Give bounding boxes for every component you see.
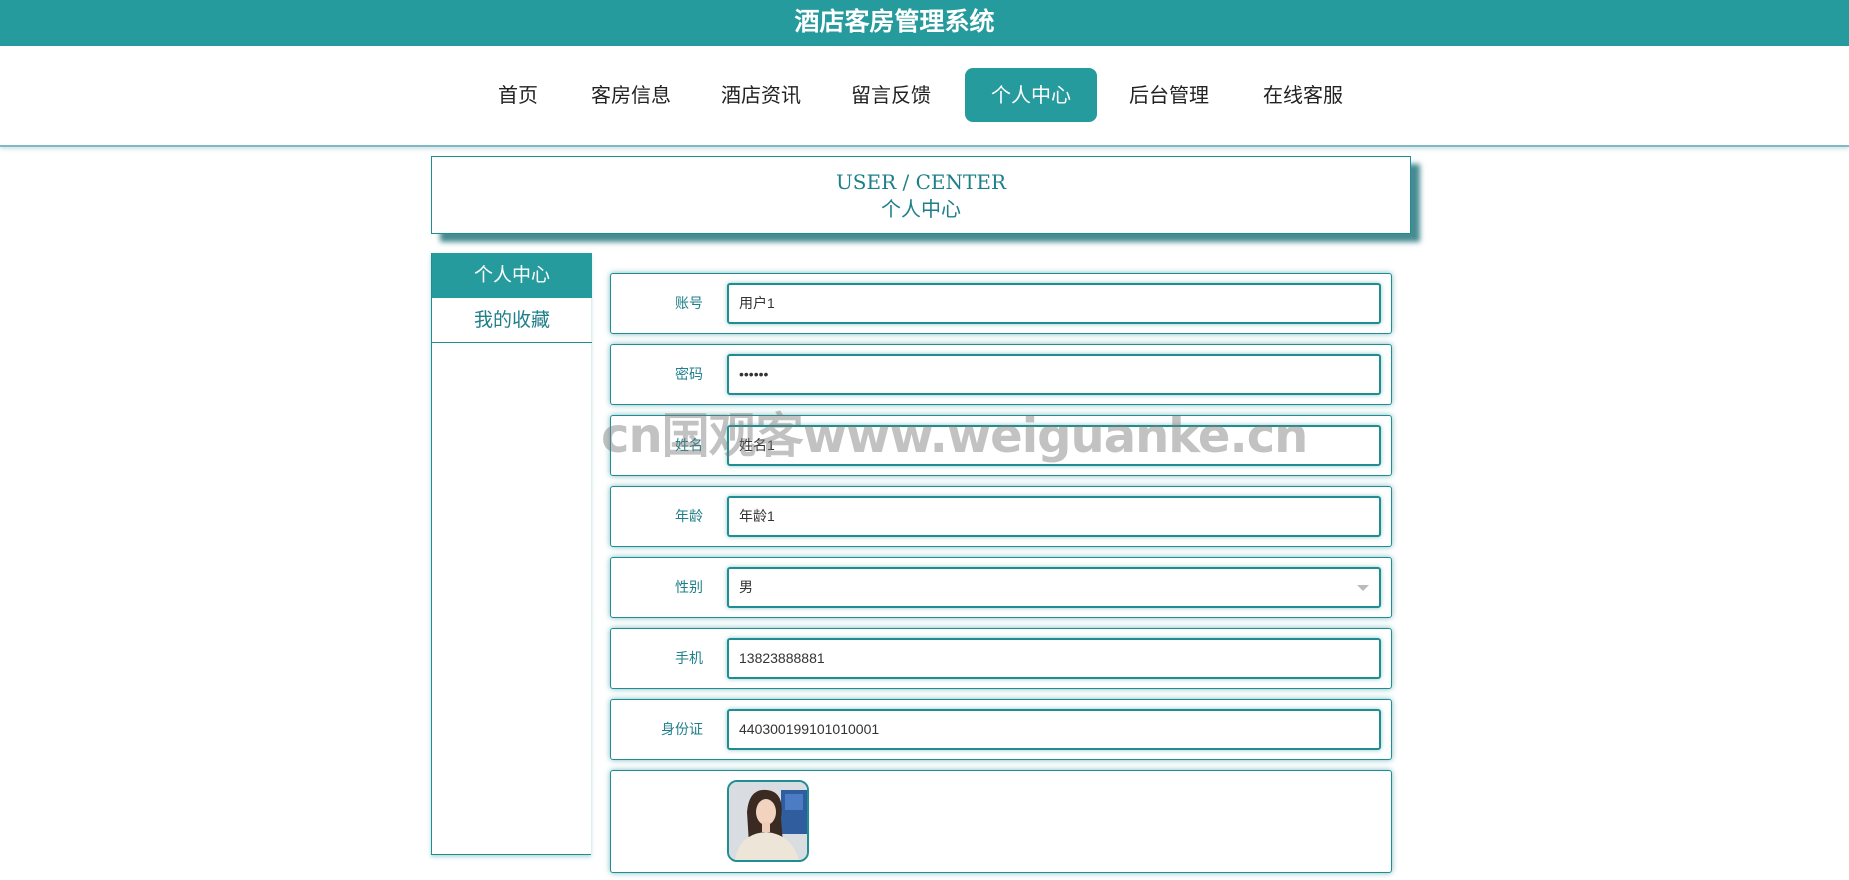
id-card-input[interactable]: 440300199101010001 <box>727 709 1381 750</box>
avatar[interactable] <box>727 780 809 862</box>
form-row-phone: 手机 13823888881 <box>610 628 1392 689</box>
page-header: USER / CENTER 个人中心 <box>431 156 1411 234</box>
page-title-en: USER / CENTER <box>835 170 1007 194</box>
account-input[interactable]: 用户1 <box>727 283 1381 324</box>
main-nav: 首页 客房信息 酒店资讯 留言反馈 个人中心 后台管理 在线客服 <box>0 46 1849 147</box>
user-avatar-photo-icon <box>729 782 807 860</box>
form-row-age: 年龄 年龄1 <box>610 486 1392 547</box>
form-row-avatar <box>610 770 1392 873</box>
nav-online-service[interactable]: 在线客服 <box>1255 68 1351 122</box>
nav-feedback[interactable]: 留言反馈 <box>843 68 939 122</box>
id-card-label: 身份证 <box>661 722 703 738</box>
chevron-down-icon <box>1357 585 1369 591</box>
phone-label: 手机 <box>675 651 703 667</box>
account-label: 账号 <box>675 296 703 312</box>
nav-admin[interactable]: 后台管理 <box>1121 68 1217 122</box>
age-label: 年龄 <box>675 509 703 525</box>
nav-home[interactable]: 首页 <box>488 68 548 122</box>
age-input[interactable]: 年龄1 <box>727 496 1381 537</box>
side-menu: 个人中心 我的收藏 <box>431 253 592 855</box>
side-item-favorites[interactable]: 我的收藏 <box>432 298 592 343</box>
nav-room-info[interactable]: 客房信息 <box>583 68 679 122</box>
gender-label: 性别 <box>675 580 703 596</box>
watermark: cn国观客www.weiguanke.cn <box>601 408 1308 464</box>
page-title-zh: 个人中心 <box>881 197 961 221</box>
password-input[interactable]: •••••• <box>727 354 1381 395</box>
phone-input[interactable]: 13823888881 <box>727 638 1381 679</box>
nav-hotel-news[interactable]: 酒店资讯 <box>713 68 809 122</box>
nav-user-center[interactable]: 个人中心 <box>965 68 1097 122</box>
gender-select-value: 男 <box>739 579 753 595</box>
form-row-id-card: 身份证 440300199101010001 <box>610 699 1392 760</box>
top-title-bar: 酒店客房管理系统 <box>0 0 1849 46</box>
site-title: 酒店客房管理系统 <box>794 7 995 36</box>
form-row-account: 账号 用户1 <box>610 273 1392 334</box>
form-row-gender: 性别 男 <box>610 557 1392 618</box>
side-item-user-center[interactable]: 个人中心 <box>432 253 592 298</box>
gender-select[interactable]: 男 <box>727 567 1381 608</box>
